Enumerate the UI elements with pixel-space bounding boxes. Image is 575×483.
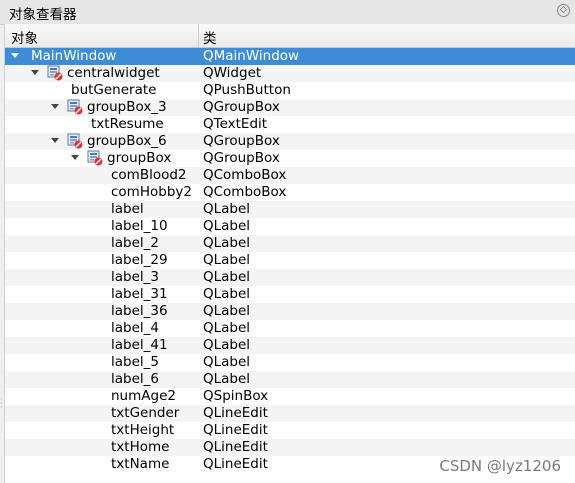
object-name: MainWindow [31,48,117,64]
object-name: label_31 [111,286,168,302]
object-name: label_10 [111,218,168,234]
tree-row[interactable]: label_4 QLabel [5,320,575,337]
object-class: QLabel [203,286,251,302]
object-name: label_3 [111,269,159,285]
tree-row[interactable]: comBlood2 QComboBox [5,167,575,184]
tree-row[interactable]: label_10 QLabel [5,218,575,235]
object-name: butGenerate [71,82,157,98]
object-name: txtResume [91,116,164,132]
object-class: QMainWindow [203,48,300,64]
object-class: QLabel [203,218,251,234]
expand-arrow-icon[interactable] [11,53,19,58]
tree-row[interactable]: txtGender QLineEdit [5,405,575,422]
tree-row[interactable]: MainWindow QMainWindow [5,48,575,65]
object-class: QComboBox [203,184,287,200]
tree-rows: MainWindow QMainWindow centralwidget QWidge… [5,48,575,473]
tree-row[interactable]: centralwidget QWidget [5,65,575,82]
tree-row[interactable]: label_41 QLabel [5,337,575,354]
tree-row[interactable]: label_5 QLabel [5,354,575,371]
watermark: CSDN @lyz1206 [439,457,561,475]
object-name: label_2 [111,235,159,251]
object-name: label_36 [111,303,168,319]
object-name: groupBox [107,150,172,166]
header-divider[interactable] [198,24,199,47]
object-class: QLabel [203,269,251,285]
object-name: txtHome [111,439,170,455]
tree-row[interactable]: numAge2 QSpinBox [5,388,575,405]
tree-row[interactable]: groupBox_6 QGroupBox [5,133,575,150]
expand-arrow-icon[interactable] [51,104,59,109]
tree-row[interactable]: txtResume QTextEdit [5,116,575,133]
tree-row[interactable]: label_29 QLabel [5,252,575,269]
object-name: comHobby2 [111,184,192,200]
container-widget-icon [67,133,83,149]
tree-row[interactable]: txtHeight QLineEdit [5,422,575,439]
object-name: label_41 [111,337,168,353]
tree-row[interactable]: groupBox QGroupBox [5,150,575,167]
container-widget-icon [47,65,63,81]
object-class: QLineEdit [203,405,268,421]
object-class: QSpinBox [203,388,269,404]
object-class: QLineEdit [203,456,268,472]
object-name: label_5 [111,354,159,370]
object-class: QPushButton [203,82,291,98]
expand-arrow-icon[interactable] [31,70,39,75]
object-name: txtHeight [111,422,175,438]
panel-title: 对象查看器 [9,7,77,23]
tree-header: 对象 类 [5,24,575,48]
object-tree[interactable]: 对象 类 MainWindow QMainWindow centralwidget Q… [4,24,575,483]
expand-arrow-icon[interactable] [51,138,59,143]
tree-row[interactable]: label_31 QLabel [5,286,575,303]
object-class: QLabel [203,371,251,387]
tree-row[interactable]: comHobby2 QComboBox [5,184,575,201]
object-class: QLabel [203,201,251,217]
tree-row[interactable]: butGenerate QPushButton [5,82,575,99]
object-name: label_29 [111,252,168,268]
object-name: txtGender [111,405,180,421]
object-name: label [111,201,144,217]
tree-row[interactable]: label_36 QLabel [5,303,575,320]
header-class-column[interactable]: 类 [203,27,217,47]
object-class: QLabel [203,235,251,251]
object-class: QLabel [203,252,251,268]
object-class: QTextEdit [203,116,268,132]
tree-row[interactable]: label QLabel [5,201,575,218]
object-name: label_4 [111,320,159,336]
object-name: numAge2 [111,388,176,404]
object-inspector-panel: 对象查看器 ◇ · · · 对象 类 MainWindow QMainWindow ce… [0,0,575,483]
panel-titlebar: 对象查看器 ◇ [0,0,575,25]
object-class: QLabel [203,303,251,319]
object-name: label_6 [111,371,159,387]
object-name: groupBox_3 [87,99,167,115]
object-class: QGroupBox [203,99,280,115]
header-object-column[interactable]: 对象 [11,27,38,47]
object-class: QGroupBox [203,133,280,149]
restore-icon[interactable]: ◇ [557,4,570,17]
container-widget-icon [87,150,103,166]
object-name: txtName [111,456,170,472]
splitter-grip[interactable]: · · · [0,396,3,412]
tree-row[interactable]: label_2 QLabel [5,235,575,252]
tree-row[interactable]: label_6 QLabel [5,371,575,388]
object-name: groupBox_6 [87,133,167,149]
tree-row[interactable]: label_3 QLabel [5,269,575,286]
object-class: QLabel [203,320,251,336]
container-widget-icon [67,99,83,115]
object-class: QGroupBox [203,150,280,166]
object-class: QLabel [203,337,251,353]
object-class: QComboBox [203,167,287,183]
tree-row[interactable]: txtHome QLineEdit [5,439,575,456]
tree-row[interactable]: groupBox_3 QGroupBox [5,99,575,116]
object-class: QLineEdit [203,439,268,455]
object-class: QWidget [203,65,262,81]
expand-arrow-icon[interactable] [71,155,79,160]
object-name: centralwidget [67,65,160,81]
object-class: QLabel [203,354,251,370]
object-name: comBlood2 [111,167,187,183]
object-class: QLineEdit [203,422,268,438]
